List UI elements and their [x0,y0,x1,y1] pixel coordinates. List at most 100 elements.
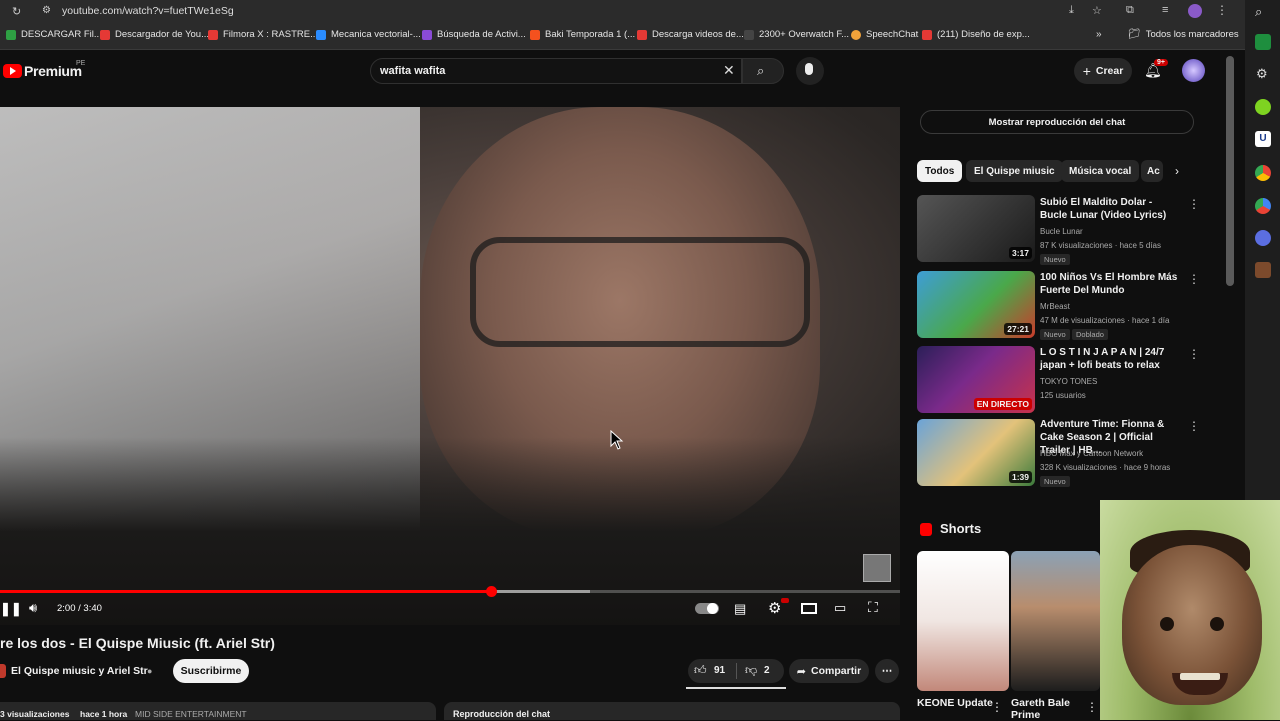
bookmark-star-icon[interactable]: ☆ [1092,4,1102,17]
chevron-right-icon[interactable]: › [1175,164,1179,178]
fullscreen-icon[interactable]: ⛶ [868,599,878,616]
folder-icon: 📁︎ [1128,29,1141,40]
reload-icon[interactable]: ↻ [12,5,21,18]
pause-icon[interactable]: ❚❚ [0,601,22,617]
all-bookmarks-button[interactable]: 📁︎ Todos los marcadores [1128,29,1239,40]
short-thumbnail[interactable] [917,551,1009,691]
channel-name[interactable]: HBO Max y Cartoon Network [1040,449,1143,458]
video-thumbnail[interactable]: EN DIRECTO [917,346,1035,413]
media-icon[interactable]: ≡ [1162,4,1168,16]
short-title[interactable]: Gareth Bale Prime [1011,697,1081,721]
volume-icon[interactable]: 🔊︎ [29,600,37,616]
search-icon[interactable]: ⌕ [1255,4,1262,20]
chip-more[interactable]: Ac [1141,160,1163,182]
scrubber-handle[interactable] [485,586,497,597]
short-title[interactable]: KEONE Update [917,697,993,709]
bookmark-item[interactable]: SpeechChat [851,29,918,40]
more-actions-button[interactable]: ⋯ [875,659,899,683]
chip-todos[interactable]: Todos [917,160,963,182]
bookmark-item[interactable]: Descargador de You... [100,29,209,40]
short-thumbnail[interactable] [1011,551,1100,691]
extension-green-icon[interactable] [1255,99,1271,115]
more-horiz-icon: ⋯ [881,665,893,677]
description-tag: MID SIDE ENTERTAINMENT [135,709,247,719]
bookmark-item[interactable]: Baki Temporada 1 (... [530,29,635,40]
bookmark-item[interactable]: Descarga videos de... [637,29,744,40]
video-thumbnail[interactable]: 27:21 [917,271,1035,338]
cast-icon[interactable]: ▭ [834,600,846,616]
more-vert-icon[interactable]: ⋮ [991,700,1003,714]
video-player[interactable] [0,107,900,625]
search-input[interactable]: wafita wafita ✕ [370,58,742,84]
u-extension-icon[interactable]: U [1255,131,1271,147]
bookmark-item[interactable]: DESCARGAR Fil... [6,29,102,40]
bookmark-item[interactable]: Filmora X : RASTRE... [208,29,318,40]
game-extension-icon[interactable] [1255,262,1271,278]
google-icon[interactable] [1255,198,1271,214]
share-button[interactable]: ➦ Compartir [789,659,869,683]
share-arrow-icon: ➦ [796,665,807,678]
channel-name[interactable]: El Quispe miusic y Ariel Str [11,665,148,677]
more-bookmarks-icon[interactable]: » [1096,29,1102,40]
video-subject-glasses [470,237,810,347]
more-vert-icon[interactable]: ⋮ [1188,272,1200,286]
channel-avatar[interactable] [0,664,6,678]
hd-badge [781,598,789,603]
bookmark-label: DESCARGAR Fil... [21,29,102,40]
messenger-icon[interactable] [1255,230,1271,246]
settings-gear-icon[interactable]: ⚙ [1256,66,1268,82]
bookmark-favicon [208,29,218,40]
verified-icon: ● [147,666,153,676]
browser-menu-icon[interactable]: ⋮ [1216,3,1228,17]
video-thumbnail[interactable]: 3:17 [917,195,1035,262]
like-thumb-icon[interactable]: 👍︎ [694,663,707,678]
subtitles-icon[interactable]: ▤ [734,601,746,617]
bookmark-favicon [316,29,326,40]
channel-name[interactable]: MrBeast [1040,302,1070,311]
progress-bar[interactable] [0,586,900,597]
channel-name[interactable]: Bucle Lunar [1040,227,1083,236]
profile-avatar[interactable] [1188,4,1202,18]
video-title[interactable]: Subió El Maldito Dolar - Bucle Lunar (Vi… [1040,196,1180,222]
chrome-icon[interactable] [1255,165,1271,181]
chip-el-quispe[interactable]: El Quispe miusic [966,160,1063,182]
clear-search-icon[interactable]: ✕ [723,62,735,79]
monkey-teeth [1180,673,1220,680]
video-title[interactable]: 100 Niños Vs El Hombre Más Fuerte Del Mu… [1040,271,1180,297]
dislike-thumb-icon[interactable]: 👎︎ [745,663,757,678]
chip-musica-vocal[interactable]: Música vocal [1061,160,1140,182]
account-avatar[interactable] [1182,59,1205,82]
youtube-logo-icon[interactable] [3,64,22,78]
bookmark-item[interactable]: Mecanica vectorial-... [316,29,421,40]
theater-mode-icon[interactable] [801,603,817,614]
voice-search-button[interactable] [796,57,824,85]
video-title[interactable]: L O S T I N J A P A N | 24/7 japan + lof… [1040,346,1180,372]
chat-replay-panel[interactable]: Reproducción del chat [444,702,900,720]
bookmark-item[interactable]: 2300+ Overwatch F... [744,29,849,40]
page-scrollbar[interactable] [1226,56,1234,286]
video-thumbnail[interactable]: 1:39 [917,419,1035,486]
bookmark-item[interactable]: Búsqueda de Activi... [422,29,526,40]
settings-gear-icon[interactable]: ⚙ [768,599,781,617]
logo-text[interactable]: Premium [24,63,82,79]
create-button[interactable]: + Crear [1074,58,1132,84]
install-icon[interactable]: ⤓ [1069,4,1074,17]
search-button[interactable]: ⌕ [742,58,784,84]
address-bar[interactable]: youtube.com/watch?v=fuetTWe1eSg [62,5,234,17]
monkey-eye [1210,617,1224,631]
description-box[interactable]: 3 visualizaciones hace 1 hora MID SIDE E… [0,702,436,720]
subscribe-button[interactable]: Suscribirme [173,659,249,683]
bookmark-item[interactable]: (211) Diseño de exp... [922,29,1030,40]
sheets-icon[interactable] [1255,34,1271,50]
channel-name[interactable]: TOKYO TONES [1040,377,1097,386]
more-vert-icon[interactable]: ⋮ [1188,197,1200,211]
extensions-icon[interactable]: ⧉ [1126,4,1134,17]
channel-watermark[interactable] [863,554,891,582]
autoplay-toggle[interactable] [695,603,719,614]
more-vert-icon[interactable]: ⋮ [1188,419,1200,433]
more-vert-icon[interactable]: ⋮ [1188,347,1200,361]
microphone-icon [805,63,813,75]
show-chat-replay-button[interactable]: Mostrar reproducción del chat [920,110,1194,134]
more-vert-icon[interactable]: ⋮ [1086,700,1098,714]
site-info-icon[interactable]: ⚙ [42,5,51,16]
